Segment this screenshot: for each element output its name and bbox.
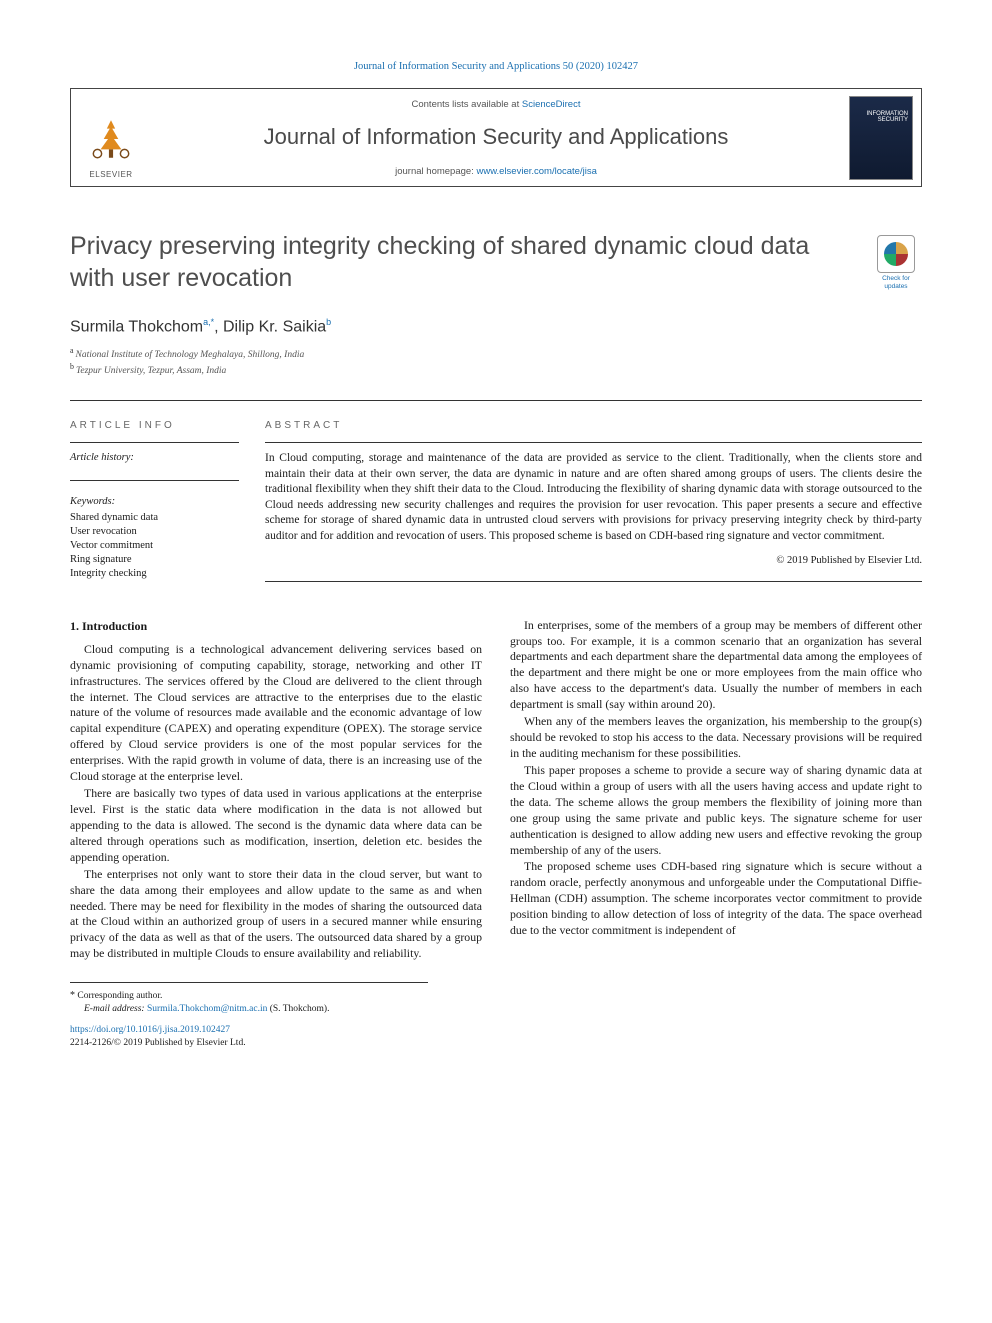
body-paragraph: This paper proposes a scheme to provide … [510, 763, 922, 859]
article-body: 1. Introduction Cloud computing is a tec… [70, 618, 922, 963]
keyword: Integrity checking [70, 567, 239, 581]
homepage-prefix: journal homepage: [395, 166, 476, 177]
authors-line: Surmila Thokchoma,*, Dilip Kr. Saikiab [70, 316, 922, 338]
author-2-affil-marker: b [326, 317, 331, 327]
author-1-affil-marker: a,* [203, 317, 214, 327]
author-1-name: Surmila Thokchom [70, 318, 203, 335]
corresponding-author-label: Corresponding author. [77, 991, 162, 1001]
divider [265, 581, 922, 582]
body-paragraph: In enterprises, some of the members of a… [510, 618, 922, 714]
keyword: Vector commitment [70, 539, 239, 553]
email-person: (S. Thokchom). [270, 1004, 330, 1014]
affiliation-row: bTezpur University, Tezpur, Assam, India [70, 362, 922, 378]
contents-prefix: Contents lists available at [412, 99, 522, 110]
cover-text-1: INFORMATION [866, 111, 908, 117]
affil-text: National Institute of Technology Meghala… [76, 350, 305, 360]
journal-cover-cell: INFORMATION SECURITY [841, 89, 921, 186]
body-paragraph: The enterprises not only want to store t… [70, 867, 482, 963]
divider [265, 442, 922, 443]
keyword: User revocation [70, 525, 239, 539]
keyword: Shared dynamic data [70, 511, 239, 525]
divider [70, 400, 922, 401]
author-2-name: Dilip Kr. Saikia [223, 318, 326, 335]
affil-text: Tezpur University, Tezpur, Assam, India [76, 366, 226, 376]
article-info-label: article info [70, 419, 239, 433]
abstract-copyright: © 2019 Published by Elsevier Ltd. [265, 554, 922, 568]
section-heading: 1. Introduction [70, 618, 482, 634]
crossmark-icon [877, 235, 915, 273]
doi-link[interactable]: https://doi.org/10.1016/j.jisa.2019.1024… [70, 1025, 230, 1035]
article-info-column: article info Article history: Keywords: … [70, 419, 265, 582]
journal-header: ELSEVIER Contents lists available at Sci… [70, 88, 922, 187]
journal-title: Journal of Information Security and Appl… [157, 122, 835, 152]
author-separator: , [214, 318, 223, 335]
keyword: Ring signature [70, 553, 239, 567]
body-paragraph: Cloud computing is a technological advan… [70, 642, 482, 785]
article-history-label: Article history: [70, 451, 239, 465]
footnote-block: * Corresponding author. E-mail address: … [70, 982, 428, 1016]
sciencedirect-link[interactable]: ScienceDirect [522, 99, 581, 110]
abstract-column: abstract In Cloud computing, storage and… [265, 419, 922, 582]
journal-homepage-link[interactable]: www.elsevier.com/locate/jisa [476, 166, 596, 177]
body-paragraph: When any of the members leaves the organ… [510, 714, 922, 762]
footnote-star-icon: * [70, 990, 75, 1001]
abstract-text: In Cloud computing, storage and maintena… [265, 451, 922, 544]
issn-copyright-line: 2214-2126/© 2019 Published by Elsevier L… [70, 1037, 922, 1050]
bottom-bar: https://doi.org/10.1016/j.jisa.2019.1024… [70, 1024, 922, 1050]
check-updates-label: Check for updates [870, 275, 922, 289]
corresponding-email-link[interactable]: Surmila.Thokchom@nitm.ac.in [147, 1004, 267, 1014]
divider [70, 480, 239, 481]
publisher-name: ELSEVIER [89, 170, 132, 181]
divider [70, 442, 239, 443]
check-updates-badge[interactable]: Check for updates [870, 235, 922, 289]
affiliation-row: aNational Institute of Technology Meghal… [70, 346, 922, 362]
contents-available-line: Contents lists available at ScienceDirec… [157, 99, 835, 112]
article-title: Privacy preserving integrity checking of… [70, 231, 850, 294]
body-paragraph: There are basically two types of data us… [70, 786, 482, 866]
body-paragraph: The proposed scheme uses CDH-based ring … [510, 859, 922, 939]
citation-line: Journal of Information Security and Appl… [70, 60, 922, 74]
journal-homepage-line: journal homepage: www.elsevier.com/locat… [157, 166, 835, 179]
email-label: E-mail address: [84, 1004, 145, 1014]
abstract-label: abstract [265, 419, 922, 433]
keywords-label: Keywords: [70, 495, 239, 509]
publisher-logo-cell: ELSEVIER [71, 89, 151, 186]
cover-text-2: SECURITY [878, 117, 908, 123]
journal-cover-thumbnail: INFORMATION SECURITY [849, 96, 913, 180]
elsevier-tree-icon [82, 110, 140, 168]
affiliations-block: aNational Institute of Technology Meghal… [70, 346, 922, 378]
